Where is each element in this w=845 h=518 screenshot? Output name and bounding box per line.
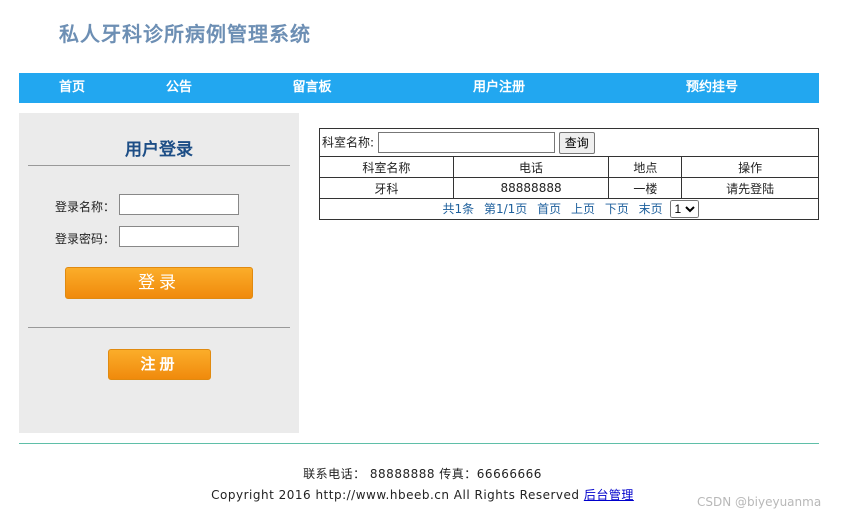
table-row: 牙科 88888888 一楼 请先登陆 — [319, 177, 819, 199]
pager-next[interactable]: 下页 — [605, 202, 629, 216]
register-button[interactable]: 注册 — [108, 349, 211, 380]
footer-contact: 联系电话： 88888888 传真：66666666 — [303, 467, 542, 481]
footer-divider — [19, 443, 819, 444]
pager-cell: 共1条 第1/1页 首页 上页 下页 末页 1 — [319, 198, 819, 220]
column-header-action: 操作 — [681, 156, 819, 178]
table-header-row: 科室名称 电话 地点 操作 — [319, 156, 819, 178]
page-select[interactable]: 1 — [669, 200, 699, 219]
username-input[interactable] — [119, 194, 239, 215]
password-input[interactable] — [119, 226, 239, 247]
pager-prev[interactable]: 上页 — [571, 202, 595, 216]
nav-appointment[interactable]: 预约挂号 — [686, 73, 738, 103]
login-divider-top — [28, 165, 290, 166]
login-button[interactable]: 登录 — [65, 267, 253, 299]
search-label: 科室名称: — [322, 135, 375, 149]
cell-location: 一楼 — [608, 177, 683, 199]
nav-user-register[interactable]: 用户注册 — [473, 73, 525, 103]
search-cell: 科室名称: 查询 — [319, 128, 819, 157]
column-header-phone: 电话 — [452, 156, 610, 178]
pager-last[interactable]: 末页 — [639, 202, 663, 216]
column-header-location: 地点 — [608, 156, 683, 178]
cell-action: 请先登陆 — [681, 177, 819, 199]
footer-copyright: Copyright 2016 http://www.hbeeb.cn All R… — [211, 488, 580, 502]
password-label: 登录密码： — [55, 232, 116, 246]
department-search-input[interactable] — [377, 132, 555, 153]
main-nav: 首页 公告 留言板 用户注册 预约挂号 — [19, 73, 819, 103]
nav-announcements[interactable]: 公告 — [166, 73, 192, 103]
nav-home[interactable]: 首页 — [59, 73, 85, 103]
pager-row: 共1条 第1/1页 首页 上页 下页 末页 1 — [319, 198, 819, 220]
watermark: CSDN @biyeyuanma — [697, 495, 822, 509]
pager-page-info: 第1/1页 — [483, 201, 528, 216]
search-row: 科室名称: 查询 — [319, 128, 819, 157]
pager-first[interactable]: 首页 — [537, 202, 561, 216]
department-table: 科室名称: 查询 科室名称 电话 地点 操作 牙科 88888888 一楼 请先… — [319, 128, 819, 220]
admin-link[interactable]: 后台管理 — [584, 488, 634, 502]
login-title: 用户登录 — [125, 140, 193, 160]
cell-phone: 88888888 — [452, 177, 610, 199]
login-panel: 用户登录 登录名称： 登录密码： 登录 注册 — [19, 113, 299, 433]
site-title: 私人牙科诊所病例管理系统 — [59, 22, 311, 46]
search-button[interactable]: 查询 — [558, 131, 595, 154]
login-divider-bottom — [28, 327, 290, 328]
column-header-name: 科室名称 — [319, 156, 454, 178]
nav-message-board[interactable]: 留言板 — [292, 73, 331, 103]
cell-name: 牙科 — [319, 177, 454, 199]
username-label: 登录名称： — [55, 200, 116, 214]
pager-total: 共1条 — [442, 201, 475, 216]
